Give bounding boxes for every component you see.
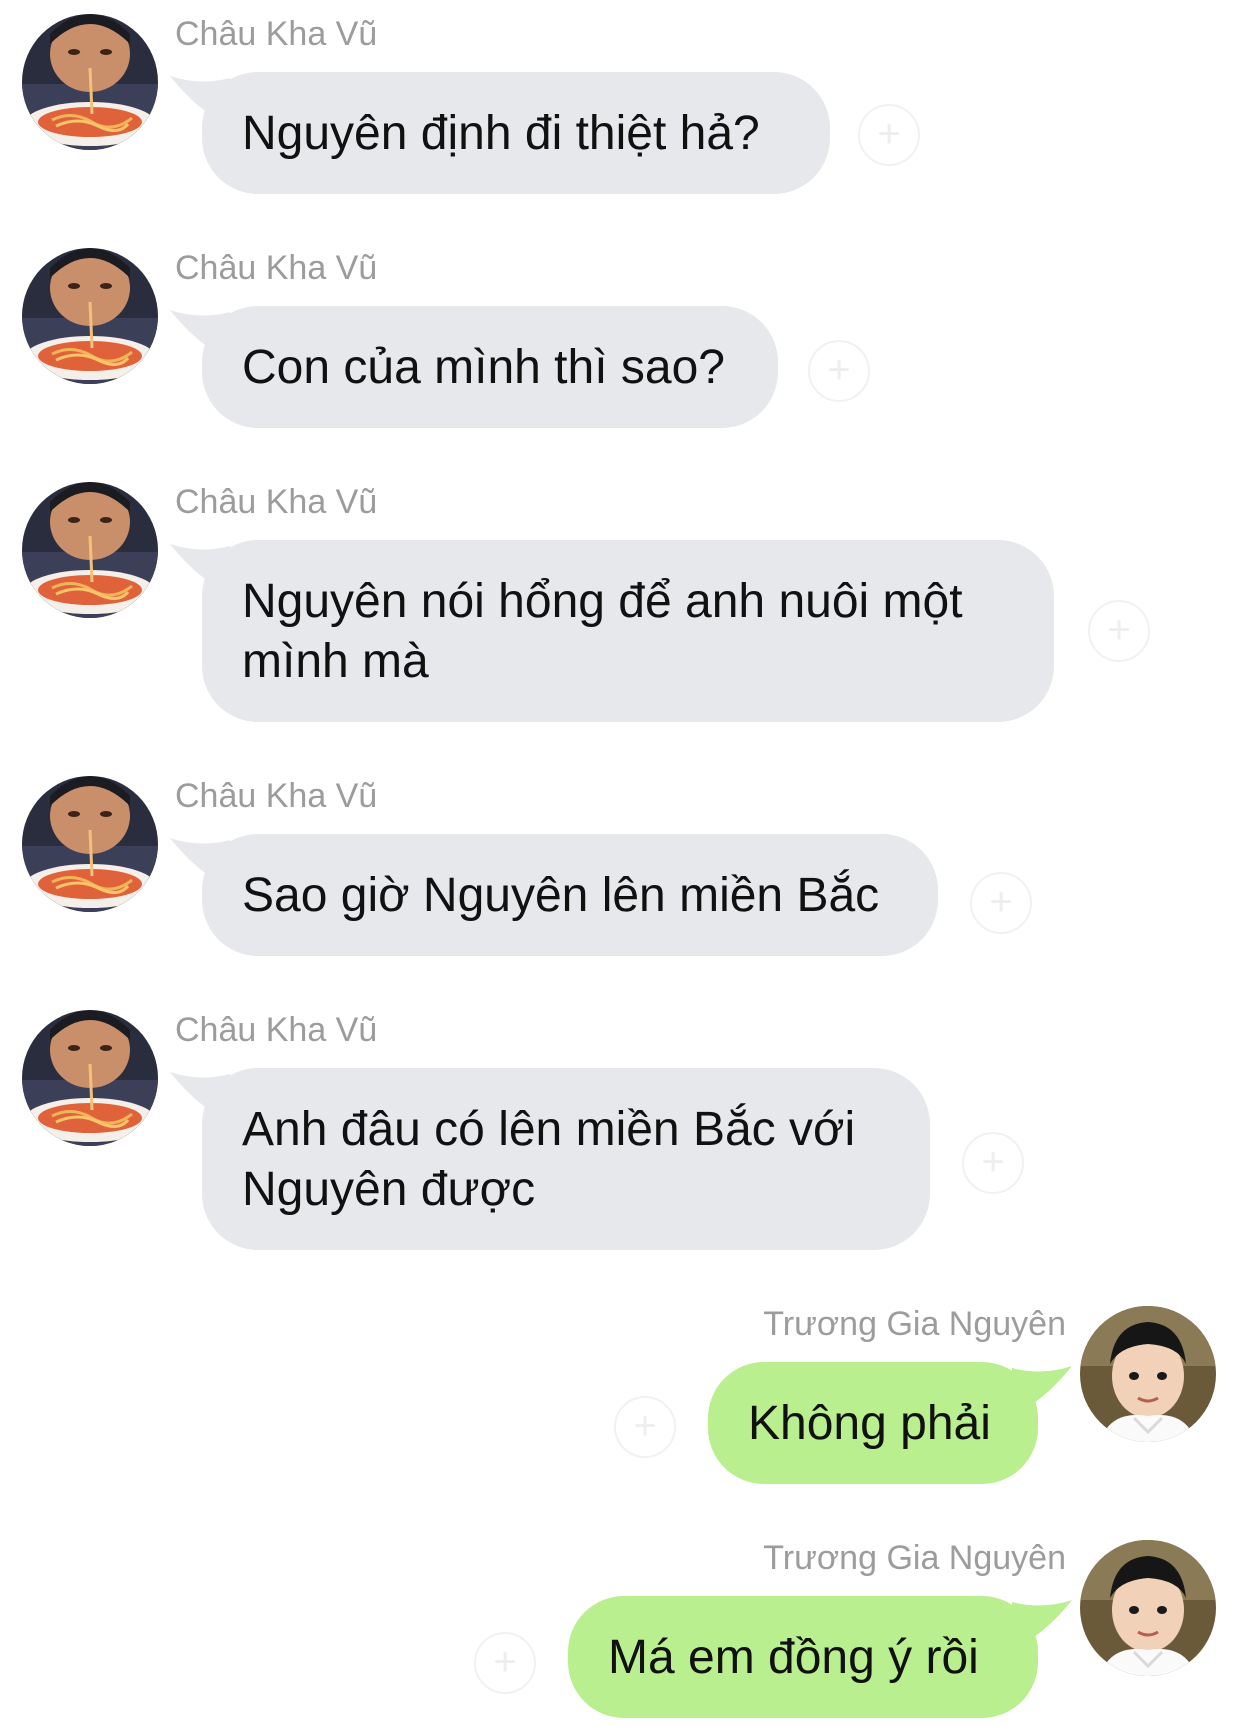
message-bubble[interactable]: Nguyên nói hổng để anh nuôi một mình mà [202, 540, 1054, 722]
message-bubble[interactable]: Con của mình thì sao? [202, 306, 778, 428]
message-bubble[interactable]: Má em đồng ý rồi [568, 1596, 1038, 1718]
sender-avatar[interactable] [22, 482, 158, 618]
sender-name: Châu Kha Vũ [175, 777, 378, 815]
message-bubble[interactable]: Không phải [708, 1362, 1038, 1484]
message-bubble[interactable]: Nguyên định đi thiệt hả? [202, 72, 830, 194]
sender-name: Châu Kha Vũ [175, 249, 378, 287]
sender-avatar[interactable] [22, 248, 158, 384]
sender-name: Trương Gia Nguyên [763, 1539, 1066, 1577]
sender-avatar[interactable] [1080, 1306, 1216, 1442]
sender-name: Châu Kha Vũ [175, 483, 378, 521]
message-bubble[interactable]: Sao giờ Nguyên lên miền Bắc [202, 834, 938, 956]
message-bubble[interactable]: Anh đâu có lên miền Bắc với Nguyên được [202, 1068, 930, 1250]
add-reaction-icon[interactable]: + [858, 104, 920, 166]
sender-avatar[interactable] [22, 1010, 158, 1146]
add-reaction-icon[interactable]: + [1088, 600, 1150, 662]
add-reaction-icon[interactable]: + [808, 340, 870, 402]
sender-avatar[interactable] [1080, 1540, 1216, 1676]
add-reaction-icon[interactable]: + [962, 1132, 1024, 1194]
sender-avatar[interactable] [22, 776, 158, 912]
sender-name: Châu Kha Vũ [175, 1011, 378, 1049]
add-reaction-icon[interactable]: + [614, 1396, 676, 1458]
sender-name: Châu Kha Vũ [175, 15, 378, 53]
add-reaction-icon[interactable]: + [970, 872, 1032, 934]
sender-name: Trương Gia Nguyên [763, 1305, 1066, 1343]
sender-avatar[interactable] [22, 14, 158, 150]
add-reaction-icon[interactable]: + [474, 1632, 536, 1694]
